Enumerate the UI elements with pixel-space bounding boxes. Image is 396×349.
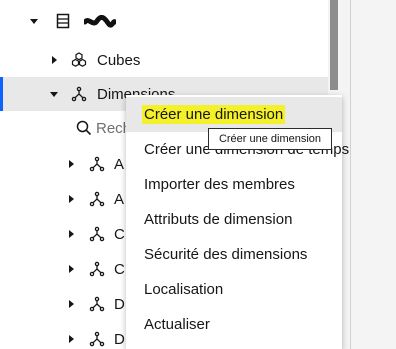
dimension-icon: [88, 330, 106, 348]
tree-row-root[interactable]: [0, 4, 328, 38]
menu-item-refresh[interactable]: Actualiser: [126, 307, 342, 342]
menu-item-label: Importer des membres: [144, 176, 295, 193]
child-label: C: [114, 225, 125, 243]
menu-item-import-members[interactable]: Importer des membres: [126, 167, 342, 202]
child-label: D: [114, 330, 125, 348]
cubes-label: Cubes: [97, 51, 141, 69]
caret-down-icon[interactable]: [28, 15, 40, 27]
child-label: A: [114, 155, 125, 173]
caret-right-icon[interactable]: [65, 228, 77, 240]
menu-item-dimension-attributes[interactable]: Attributs de dimension: [126, 202, 342, 237]
child-label: A: [114, 190, 125, 208]
caret-right-icon[interactable]: [48, 54, 60, 66]
menu-item-localization[interactable]: Localisation: [126, 272, 342, 307]
dimension-icon: [88, 190, 106, 208]
tooltip-text: Créer une dimension: [218, 133, 322, 145]
dimension-icon: [88, 295, 106, 313]
menu-item-create-dimension[interactable]: Créer une dimension: [126, 97, 342, 132]
tree-row-cubes[interactable]: Cubes: [0, 43, 328, 77]
menu-item-label: Localisation: [144, 281, 224, 298]
menu-item-label: Actualiser: [144, 316, 210, 333]
caret-right-icon[interactable]: [65, 263, 77, 275]
dimension-icon: [70, 85, 88, 103]
child-label: C: [114, 260, 125, 278]
redacted-scribble: [84, 15, 116, 28]
caret-right-icon[interactable]: [65, 193, 77, 205]
caret-right-icon[interactable]: [65, 158, 77, 170]
dimension-icon: [88, 155, 106, 173]
dimension-icon: [88, 225, 106, 243]
child-label: D: [114, 295, 125, 313]
caret-right-icon[interactable]: [65, 333, 77, 345]
pane-divider[interactable]: [350, 0, 351, 349]
cubes-icon: [70, 51, 88, 69]
database-icon: [54, 12, 72, 30]
dimension-icon: [88, 260, 106, 278]
right-pane: [340, 0, 396, 349]
tree-scrollbar-thumb[interactable]: [330, 0, 338, 90]
menu-item-label: Sécurité des dimensions: [144, 246, 308, 263]
caret-down-icon[interactable]: [48, 88, 60, 100]
caret-right-icon[interactable]: [65, 298, 77, 310]
menu-item-label: Créer une dimension: [142, 105, 286, 124]
menu-item-dimension-security[interactable]: Sécurité des dimensions: [126, 237, 342, 272]
menu-item-label: Attributs de dimension: [144, 211, 293, 228]
tooltip: Créer une dimension: [208, 128, 332, 150]
search-icon: [76, 120, 92, 141]
